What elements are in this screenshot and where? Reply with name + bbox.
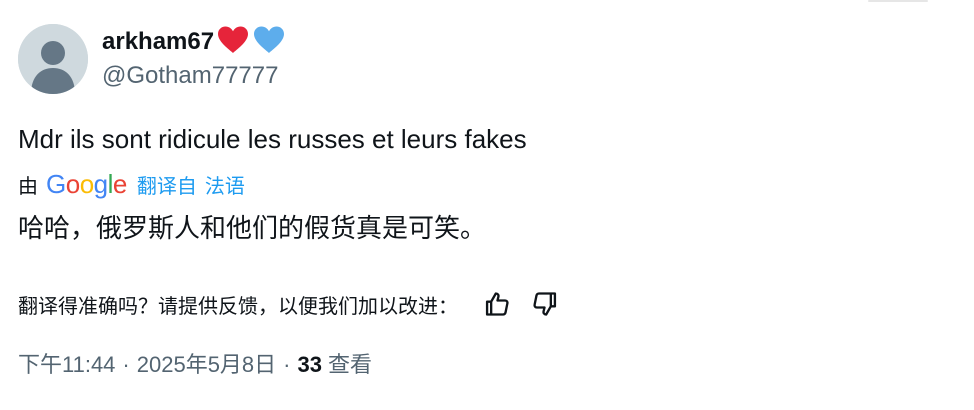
user-handle[interactable]: @Gotham77777 (102, 59, 286, 93)
red-heart-icon (216, 25, 250, 60)
meta-separator: · (122, 352, 130, 377)
tweet-detail: arkham67 @Gotham77777 Mdr ils sont ridic… (0, 0, 974, 410)
google-logo-letter: o (79, 169, 94, 199)
thumbs-up-icon (485, 292, 509, 316)
google-logo-letter: G (46, 169, 66, 199)
views-label: 查看 (327, 352, 372, 377)
google-logo-letter: o (65, 169, 80, 199)
google-logo-letter: e (112, 169, 127, 199)
display-name-row[interactable]: arkham67 (102, 25, 286, 59)
user-info: arkham67 @Gotham77777 (102, 25, 286, 93)
translated-text: 哈哈，俄罗斯人和他们的假货真是可笑。 (18, 213, 487, 243)
display-name[interactable]: arkham67 (102, 25, 214, 59)
source-language-link[interactable]: 法语 (205, 170, 245, 199)
feedback-prompt: 翻译得准确吗？请提供反馈，以便我们加以改进： (18, 295, 458, 318)
google-logo: Google (46, 168, 127, 200)
translation-attribution: 由 Google 翻译自 法语 (18, 168, 253, 200)
tweet-header: arkham67 @Gotham77777 (18, 24, 286, 94)
tweet-text: Mdr ils sont ridicule les russes et leur… (18, 124, 527, 154)
tweet-date[interactable]: 2025年5月8日 (137, 348, 276, 382)
translated-by-label: 由 (18, 175, 38, 198)
top-edge-divider (868, 0, 928, 2)
thumbs-down-button[interactable] (528, 287, 562, 321)
views-count: 33 (297, 352, 322, 377)
default-avatar-icon (18, 24, 88, 94)
meta-separator: · (283, 352, 291, 377)
translated-from-label[interactable]: 翻译自 (137, 170, 197, 199)
avatar[interactable] (18, 24, 88, 94)
google-logo-letter: g (93, 169, 108, 199)
tweet-meta: 下午11:44 · 2025年5月8日 · 33 查看 (18, 348, 372, 382)
translation-feedback: 翻译得准确吗？请提供反馈，以便我们加以改进： (18, 287, 562, 321)
thumbs-up-button[interactable] (480, 287, 514, 321)
thumbs-down-icon (533, 292, 557, 316)
blue-heart-icon (252, 25, 286, 60)
tweet-time[interactable]: 下午11:44 (18, 348, 115, 382)
